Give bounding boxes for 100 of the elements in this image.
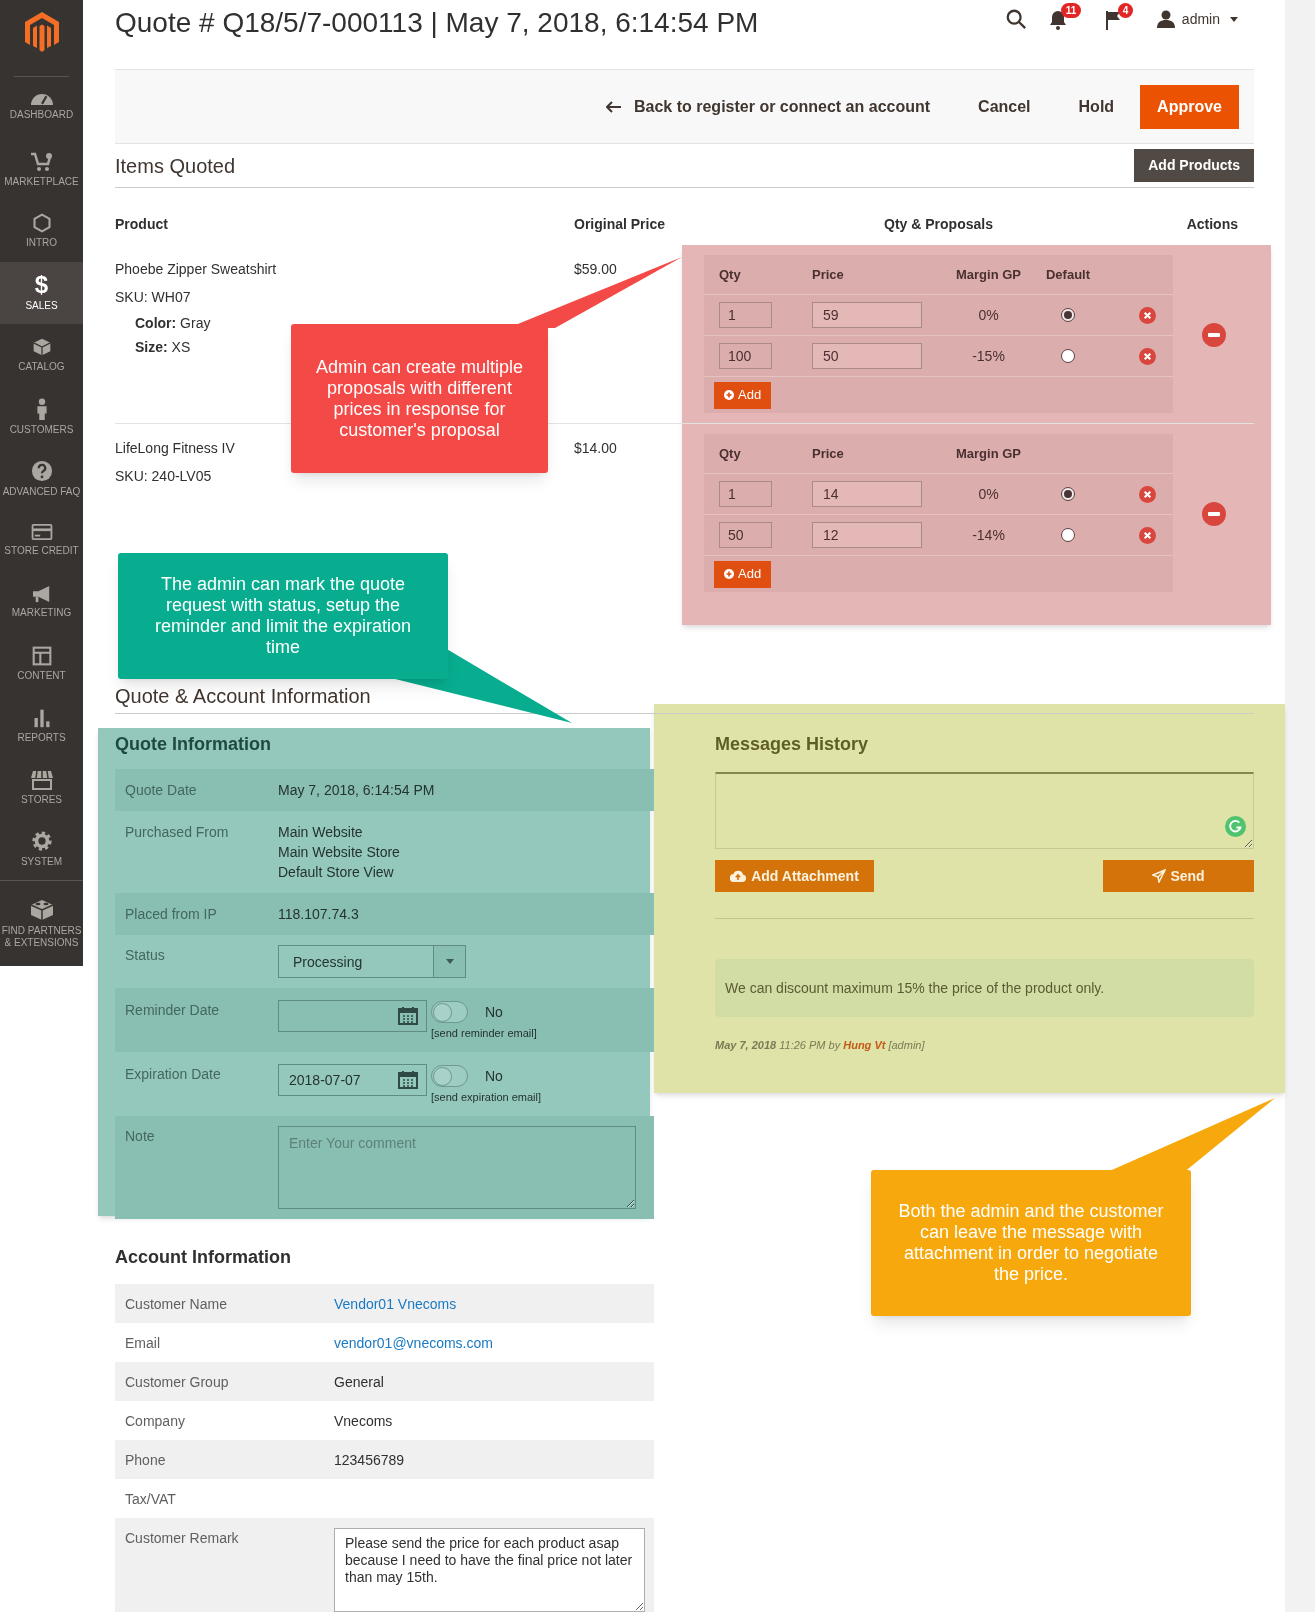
field-label: Quote Date [125, 782, 197, 798]
field-label: Email [125, 1334, 160, 1351]
price-field[interactable]: 50 [812, 343, 922, 369]
column-header: Qty & Proposals [884, 216, 993, 232]
product-sku: SKU: WH07 [115, 288, 191, 307]
storefront-icon [29, 769, 54, 790]
default-radio[interactable] [1061, 487, 1075, 501]
add-button[interactable]: Add [714, 381, 772, 409]
date-field[interactable]: 2018-07-07 [278, 1064, 427, 1096]
toggle-switch[interactable] [431, 1001, 468, 1023]
field-label: Note [125, 1128, 155, 1144]
page-title: Quote # Q18/5/7-000113 | May 7, 2018, 6:14:54 PM [115, 6, 759, 40]
qty-field[interactable]: 1 [719, 302, 772, 328]
notification-badge: 11 [1060, 3, 1082, 18]
question-icon [30, 459, 53, 482]
toolbar-button[interactable]: Hold [1056, 84, 1137, 129]
send-button[interactable]: Send [1103, 860, 1254, 892]
calendar-icon[interactable] [398, 1071, 418, 1089]
remark-field[interactable]: Please send the price for each product asap because I need to have the final price not later than may 15th. [334, 1528, 645, 1612]
customer-link[interactable]: Vendor01 Vnecoms [334, 1295, 457, 1312]
sidebar-item[interactable]: REPORTS [0, 694, 83, 757]
hexagon-icon [31, 213, 52, 234]
remove-icon[interactable] [1139, 347, 1156, 365]
column-header: Actions [1186, 216, 1238, 232]
add-button[interactable]: Add [714, 560, 772, 588]
sidebar-item[interactable]: STORE CREDIT [0, 509, 83, 572]
field-label: Customer Name [125, 1295, 227, 1312]
plus-circle-icon [724, 390, 734, 400]
sidebar-item[interactable]: STORES [0, 756, 83, 819]
margin-value: 0% [978, 485, 999, 502]
field-value: 123456789 [334, 1451, 405, 1468]
back-link[interactable]: Back to register or connect an account [592, 94, 945, 119]
caret-icon [445, 959, 454, 964]
customer-link[interactable]: vendor01@vnecoms.com [334, 1334, 493, 1351]
sidebar-item[interactable]: DASHBOARD [0, 76, 83, 139]
field-label: Expiration Date [125, 1066, 221, 1082]
qty-field[interactable]: 100 [719, 343, 772, 369]
calendar-icon[interactable] [398, 1007, 418, 1025]
remove-icon[interactable] [1139, 485, 1156, 503]
date-field[interactable] [278, 1000, 427, 1032]
margin-value: -15% [972, 347, 1005, 364]
price-field[interactable]: 12 [812, 522, 922, 548]
sidebar-item[interactable]: CONTENT [0, 633, 83, 695]
bell-icon[interactable] [1048, 10, 1067, 30]
user-menu[interactable]: admin [1156, 8, 1238, 30]
minus-circle-icon[interactable] [1201, 502, 1226, 526]
paper-plane-icon [1152, 869, 1167, 883]
flag-icon[interactable] [1104, 10, 1121, 30]
hint-text: [send reminder email] [431, 1026, 537, 1040]
sidebar-item[interactable]: INTRO [0, 200, 83, 263]
default-radio[interactable] [1061, 528, 1075, 542]
sidebar-item[interactable]: $ SALES [0, 262, 83, 325]
search-icon[interactable] [1004, 8, 1027, 30]
message-text: We can discount maximum 15% the price of the product only. [715, 959, 1254, 1017]
sidebar-item[interactable]: MARKETING [0, 571, 83, 634]
author-link[interactable]: Hung Vt [843, 1039, 886, 1051]
sidebar-item[interactable]: MARKETPLACE [0, 138, 83, 201]
sidebar-item[interactable]: CATALOG [0, 324, 83, 386]
minus-circle-icon[interactable] [1201, 323, 1226, 347]
price-field[interactable]: 14 [812, 481, 922, 507]
product-name: LifeLong Fitness IV [115, 439, 235, 458]
add-products-button[interactable]: Add Products [1134, 149, 1254, 182]
field-label: Customer Group [125, 1373, 229, 1390]
sidebar-item[interactable]: FIND PARTNERS & EXTENSIONS [0, 880, 83, 967]
field-value: General [334, 1373, 384, 1390]
dollar-icon: $ [34, 274, 49, 297]
field-label: Company [125, 1412, 185, 1429]
sidebar-item[interactable]: SYSTEM [0, 818, 83, 881]
column-header: Default [1045, 266, 1091, 282]
column-header: Original Price [574, 216, 666, 232]
message-badge: 4 [1117, 3, 1134, 18]
toolbar-button[interactable]: Cancel [956, 84, 1053, 129]
field-label: Tax/VAT [125, 1490, 176, 1507]
column-header: Margin GP [956, 266, 1021, 282]
attach-button[interactable]: Add Attachment [715, 860, 874, 892]
section-title: Items Quoted [115, 153, 236, 179]
sidebar-item[interactable]: CUSTOMERS [0, 385, 83, 448]
product-option: Color: Gray [115, 311, 211, 335]
toggle-label: No [485, 1067, 503, 1086]
default-radio[interactable] [1061, 308, 1075, 322]
price-field[interactable]: 59 [812, 302, 922, 328]
qty-field[interactable]: 1 [719, 481, 772, 507]
note-field[interactable]: Enter Your comment [278, 1126, 636, 1209]
cart-icon [29, 151, 54, 172]
subsection-title: Account Information [115, 1246, 292, 1269]
brick-icon [29, 898, 54, 921]
qty-field[interactable]: 50 [719, 522, 772, 548]
column-header: Price [812, 266, 844, 282]
sidebar-item[interactable]: ADVANCED FAQ [0, 447, 83, 510]
remove-icon[interactable] [1139, 306, 1156, 324]
hint-text: [send expiration email] [431, 1090, 542, 1104]
status-select[interactable]: Processing [278, 945, 466, 978]
field-value: May 7, 2018, 6:14:54 PM [278, 781, 435, 800]
field-value: 118.107.74.3 [278, 905, 359, 924]
remove-icon[interactable] [1139, 526, 1156, 544]
caret-icon [1230, 16, 1238, 22]
primary-button[interactable]: Approve [1140, 84, 1239, 129]
field-value: Default Store View [278, 863, 394, 882]
default-radio[interactable] [1061, 349, 1075, 363]
cloud-upload-icon [730, 870, 747, 882]
